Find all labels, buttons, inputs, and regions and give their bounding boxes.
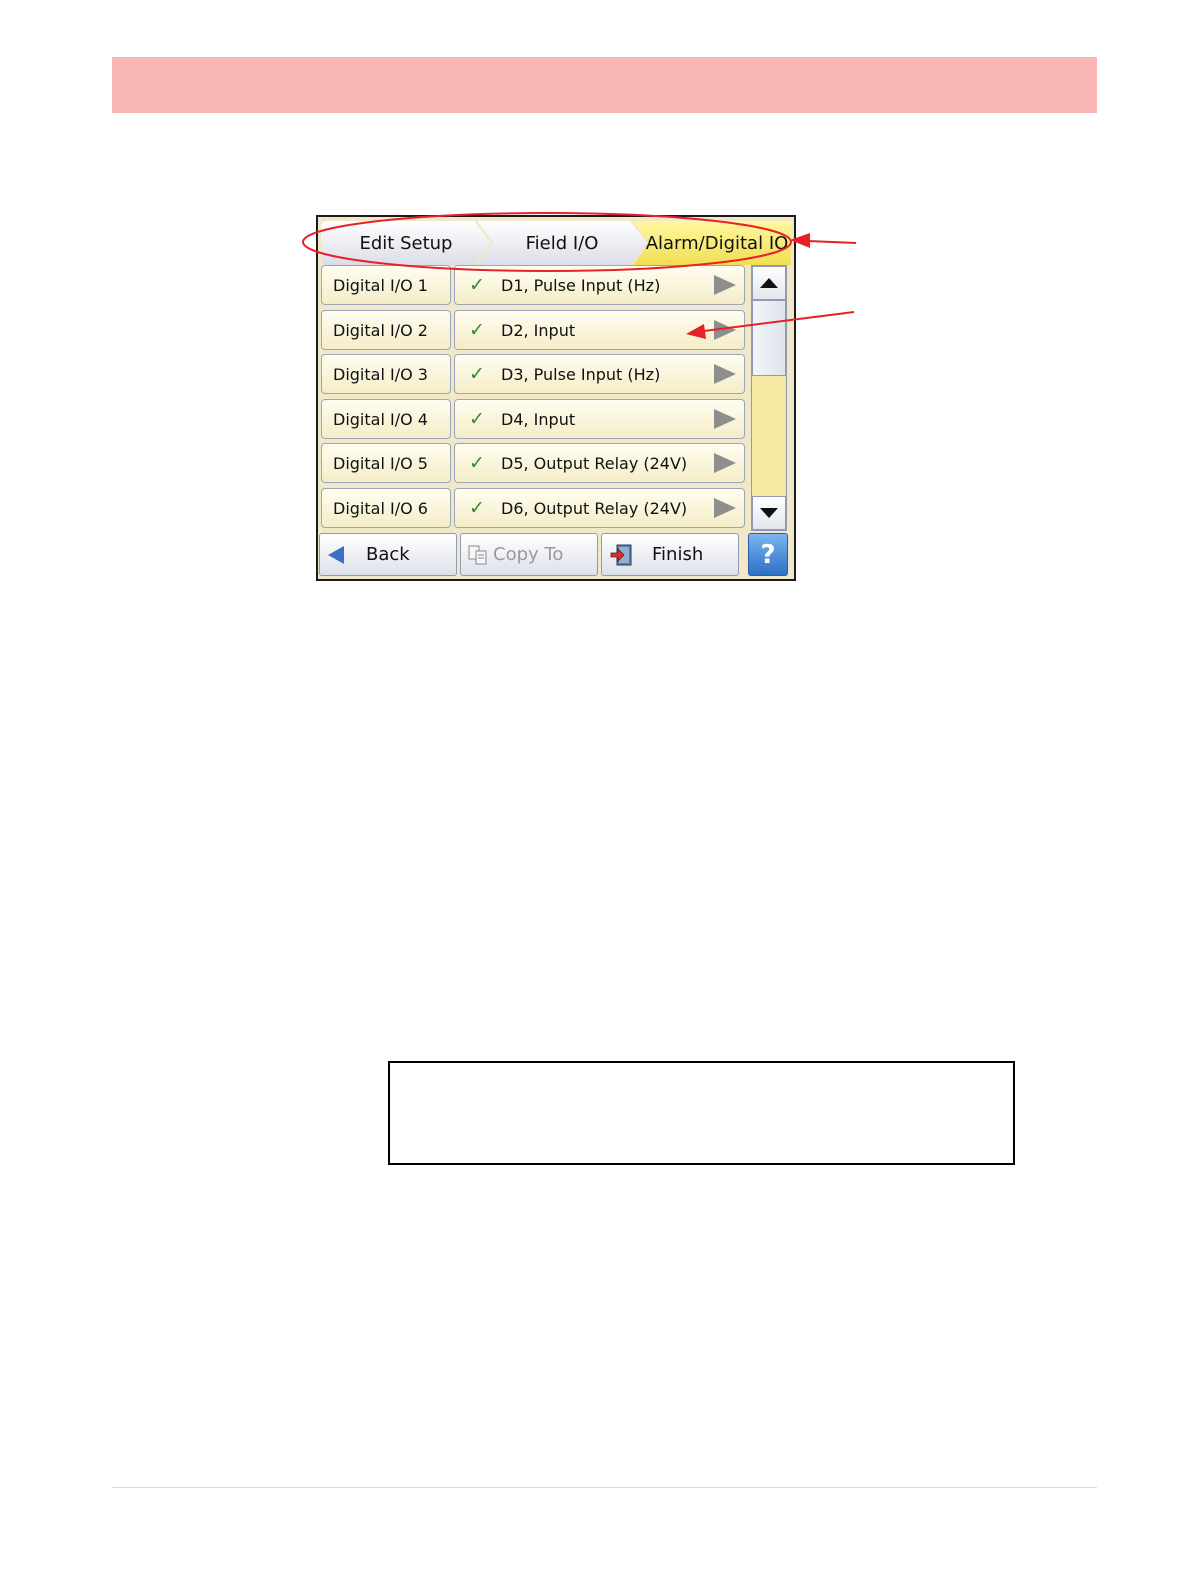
row-arrow-icon[interactable] bbox=[714, 275, 736, 295]
row-value[interactable]: ✓ D1, Pulse Input (Hz) bbox=[454, 265, 745, 305]
row-arrow-icon[interactable] bbox=[714, 320, 736, 340]
row-value-text: D6, Output Relay (24V) bbox=[501, 498, 688, 518]
copy-to-button-label: Copy To bbox=[493, 544, 564, 565]
row-value[interactable]: ✓ D4, Input bbox=[454, 399, 745, 439]
row-value-text: D2, Input bbox=[501, 320, 576, 340]
scroll-down-button[interactable] bbox=[752, 496, 786, 530]
scrollbar[interactable] bbox=[751, 265, 787, 531]
row-label[interactable]: Digital I/O 2 bbox=[321, 310, 451, 350]
row-value[interactable]: ✓ D5, Output Relay (24V) bbox=[454, 443, 745, 483]
check-icon: ✓ bbox=[469, 363, 485, 385]
header-band bbox=[112, 57, 1097, 113]
row-arrow-icon[interactable] bbox=[714, 409, 736, 429]
list-item[interactable]: Digital I/O 1 ✓ D1, Pulse Input (Hz) bbox=[321, 265, 745, 305]
note-box bbox=[388, 1061, 1015, 1165]
copy-icon bbox=[468, 545, 487, 564]
breadcrumb-edit-setup[interactable]: Edit Setup bbox=[321, 221, 491, 265]
copy-to-button[interactable]: Copy To bbox=[460, 533, 598, 576]
row-value[interactable]: ✓ D2, Input bbox=[454, 310, 745, 350]
row-value-text: D1, Pulse Input (Hz) bbox=[501, 275, 661, 295]
row-arrow-icon[interactable] bbox=[714, 364, 736, 384]
list-item[interactable]: Digital I/O 3 ✓ D3, Pulse Input (Hz) bbox=[321, 354, 745, 394]
list-item[interactable]: Digital I/O 2 ✓ D2, Input bbox=[321, 310, 745, 350]
finish-button-label: Finish bbox=[652, 544, 704, 565]
breadcrumb-alarm-digital-io[interactable]: Alarm/Digital IO bbox=[633, 221, 791, 265]
row-value[interactable]: ✓ D6, Output Relay (24V) bbox=[454, 488, 745, 528]
finish-door-icon bbox=[610, 544, 632, 565]
check-icon: ✓ bbox=[469, 319, 485, 341]
row-value[interactable]: ✓ D3, Pulse Input (Hz) bbox=[454, 354, 745, 394]
back-arrow-icon bbox=[328, 545, 344, 564]
row-label[interactable]: Digital I/O 6 bbox=[321, 488, 451, 528]
row-arrow-icon[interactable] bbox=[714, 453, 736, 473]
scroll-up-icon bbox=[760, 278, 778, 288]
help-button[interactable]: ? bbox=[748, 533, 788, 576]
back-button-label: Back bbox=[366, 544, 410, 565]
row-value-text: D3, Pulse Input (Hz) bbox=[501, 364, 661, 384]
device-screen: Edit Setup Field I/O Alarm/Digital IO Di… bbox=[316, 215, 796, 581]
check-icon: ✓ bbox=[469, 452, 485, 474]
breadcrumb-field-io[interactable]: Field I/O bbox=[477, 221, 647, 265]
footer-rule bbox=[112, 1487, 1097, 1488]
finish-button[interactable]: Finish bbox=[601, 533, 739, 576]
check-icon: ✓ bbox=[469, 408, 485, 430]
row-label[interactable]: Digital I/O 5 bbox=[321, 443, 451, 483]
row-label[interactable]: Digital I/O 1 bbox=[321, 265, 451, 305]
row-value-text: D5, Output Relay (24V) bbox=[501, 453, 688, 473]
row-value-text: D4, Input bbox=[501, 409, 576, 429]
annotation-arrow-line bbox=[807, 240, 857, 244]
list-item[interactable]: Digital I/O 6 ✓ D6, Output Relay (24V) bbox=[321, 488, 745, 528]
row-arrow-icon[interactable] bbox=[714, 498, 736, 518]
row-label[interactable]: Digital I/O 3 bbox=[321, 354, 451, 394]
list-item[interactable]: Digital I/O 5 ✓ D5, Output Relay (24V) bbox=[321, 443, 745, 483]
check-icon: ✓ bbox=[469, 497, 485, 519]
scroll-down-icon bbox=[760, 508, 778, 518]
scroll-up-button[interactable] bbox=[752, 266, 786, 300]
row-label[interactable]: Digital I/O 4 bbox=[321, 399, 451, 439]
scroll-thumb[interactable] bbox=[752, 300, 786, 376]
list-item[interactable]: Digital I/O 4 ✓ D4, Input bbox=[321, 399, 745, 439]
check-icon: ✓ bbox=[469, 274, 485, 296]
back-button[interactable]: Back bbox=[319, 533, 457, 576]
breadcrumb: Edit Setup Field I/O Alarm/Digital IO bbox=[321, 221, 791, 266]
help-icon: ? bbox=[760, 539, 776, 570]
